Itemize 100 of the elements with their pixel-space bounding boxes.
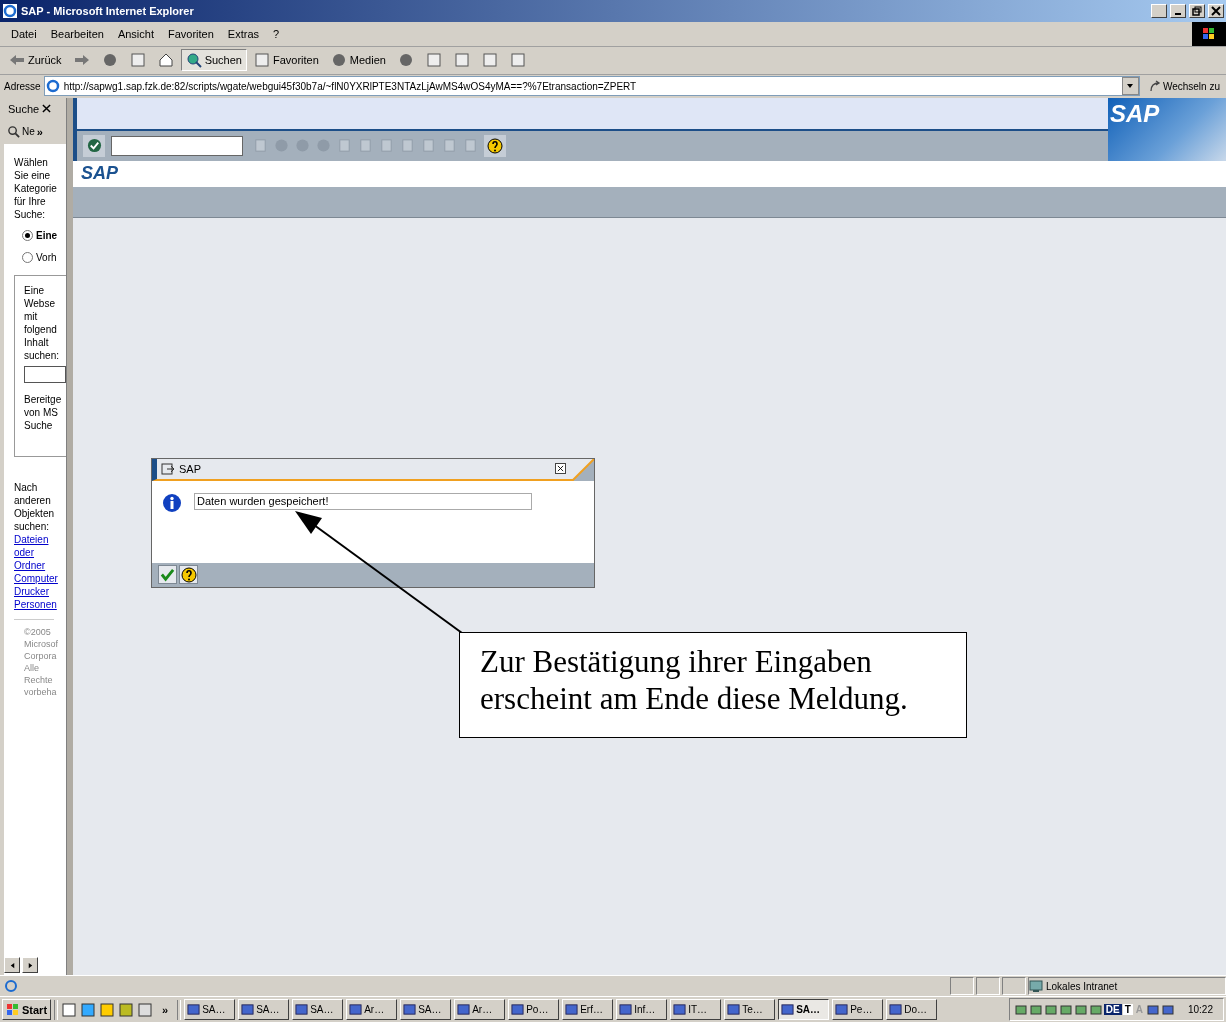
close-icon [557,465,564,473]
tray-icon[interactable] [1058,1002,1073,1017]
tray-icon[interactable] [1013,1002,1028,1017]
intro-text: Wählen Sie eine Kategorie für Ihre Suche: [14,155,58,221]
tray-icon[interactable] [1073,1002,1088,1017]
minimize-button[interactable] [1170,3,1186,18]
window-icon [241,1003,255,1017]
taskbar-button[interactable]: Erf… [562,999,614,1021]
taskbar-button[interactable]: SA… [292,999,344,1021]
sap-heading: SAP [73,160,1226,187]
right-triangle-icon [26,961,34,969]
taskbar-button[interactable]: SA… [238,999,290,1021]
menu-item[interactable]: Extras [220,25,267,42]
new-search-button[interactable]: Ne [7,125,35,139]
menu-item[interactable]: Datei [4,25,44,42]
taskbar-button[interactable]: IT… [670,999,722,1021]
toolbar-button[interactable]: Medien [325,49,391,72]
window-icon [889,1003,903,1017]
confirm-button[interactable] [158,565,177,585]
tray-icon[interactable] [1145,1002,1160,1017]
taskbar-button[interactable]: Do… [886,999,938,1021]
command-field[interactable] [111,135,243,156]
taskbar-button[interactable]: SA… [778,999,830,1021]
close-icon [1211,5,1221,16]
info-icon [162,492,182,513]
curved-arrow-icon [1148,80,1161,93]
window-icon [781,1003,795,1017]
toolbar-button[interactable]: Suchen [180,49,247,72]
tray-icon[interactable] [1043,1002,1058,1017]
radio-option[interactable]: Vorh [22,250,66,265]
provider-text: Bereitge von MS Suche [24,392,63,432]
window-icon [295,1003,309,1017]
toolbar-button[interactable]: Favoriten [248,49,324,72]
taskbar-button[interactable]: Inf… [616,999,668,1021]
help-icon [180,566,197,583]
dialog-title: SAP [179,462,201,475]
tray-icon[interactable] [1160,1002,1175,1017]
taskbar-button[interactable]: Pe… [832,999,884,1021]
taskbar-button[interactable]: Ar… [346,999,398,1021]
window-icon [835,1003,849,1017]
tray-icon[interactable] [1088,1002,1103,1017]
menu-item[interactable]: Favoriten [161,25,221,42]
taskbar-button[interactable]: Po… [508,999,560,1021]
window-title: SAP - Microsoft Internet Explorer [21,4,194,17]
copyright-text: ©2005 Microsof Corpora Alle Rechte vorbeha [24,625,59,698]
search-link[interactable]: Drucker [14,584,62,598]
search-link[interactable]: Dateien oder [14,532,62,559]
window-icon [349,1003,363,1017]
search-link[interactable]: Computer [14,571,62,585]
window-icon [673,1003,687,1017]
scroll-right-button[interactable] [22,957,38,974]
window-icon [727,1003,741,1017]
minimize-icon [1175,12,1181,15]
status-pane [950,977,974,996]
window-icon [457,1003,471,1017]
taskbar-button[interactable]: Ar… [454,999,506,1021]
status-pane [1002,977,1026,996]
intranet-icon [1029,979,1043,994]
window-icon [403,1003,417,1017]
help-icon [487,137,503,154]
address-field[interactable]: http://sapwg1.sap.fzk.de:82/scripts/wgate/webgui45f30b7a/~flN0YXRlPTE3NTAzLjAwMS4wOS4yMA==?%7Etransaction=ZPERT [43,76,1140,97]
address-label: Adresse [4,80,41,92]
security-zone: Lokales Intranet [1028,977,1226,996]
menu-item[interactable]: Ansicht [110,25,161,42]
enter-button[interactable] [83,134,105,157]
start-button[interactable]: Start [2,999,52,1021]
taskbar-button[interactable]: SA… [400,999,452,1021]
restore-button[interactable] [1189,3,1205,18]
search-field[interactable] [24,365,66,383]
help-button[interactable] [179,565,198,585]
go-button[interactable]: Wechseln zu [1142,80,1226,93]
checkmark-icon [160,567,175,583]
search-link[interactable]: Personen [14,597,62,611]
menu-item[interactable]: Bearbeiten [43,25,111,42]
windows-logo-icon [6,1002,20,1017]
search-link[interactable]: Ordner [14,558,62,572]
scroll-left-button[interactable] [4,957,20,974]
help-button[interactable] [484,134,506,157]
tray-label[interactable]: DE [1103,1004,1122,1016]
taskbar-button[interactable]: Te… [724,999,776,1021]
toolbar-button[interactable]: Zurück [4,49,67,72]
window-icon [565,1003,579,1017]
window-icon [619,1003,633,1017]
tray-label[interactable]: T [1122,1004,1133,1016]
other-search-text: Nach anderen Objekten suchen: [14,480,56,533]
dropdown-button[interactable] [1121,77,1139,96]
menu-item[interactable]: ? [266,25,287,42]
more-button[interactable]: » [36,125,43,138]
more-button[interactable]: » [156,1003,175,1016]
taskbar-button[interactable]: SA… [184,999,236,1021]
window-icon [161,461,175,476]
callout-text: Zur Bestätigung ihrer Eingaben erscheint am Ende diese Meldung. [459,631,967,738]
restore-icon [1192,5,1202,16]
tray-icon[interactable] [1028,1002,1043,1017]
radio-option[interactable]: Eine [22,228,66,243]
close-icon [42,104,52,114]
checkmark-icon [86,138,102,154]
close-button[interactable] [42,104,52,114]
close-button[interactable] [555,463,566,475]
status-pane [976,977,1000,996]
